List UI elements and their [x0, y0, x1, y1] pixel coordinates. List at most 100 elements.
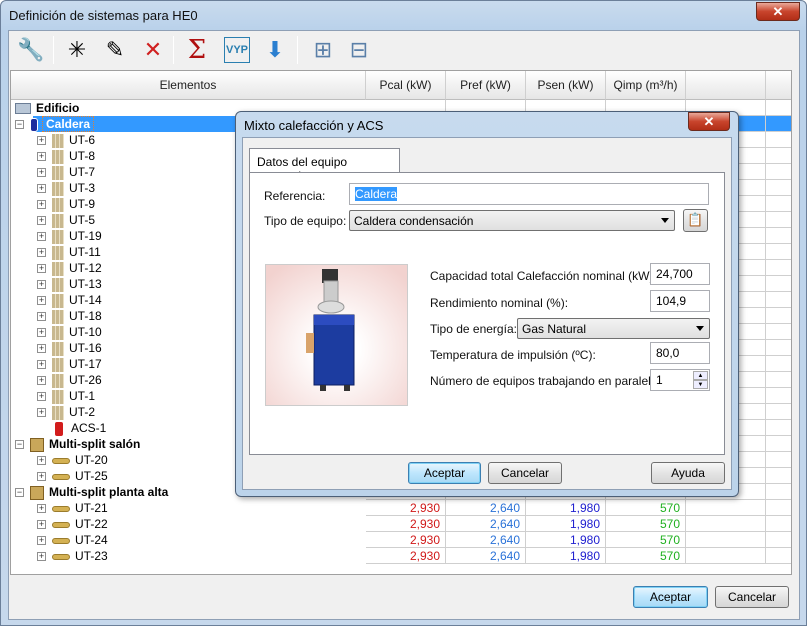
tree-node[interactable]: + UT-7: [37, 164, 95, 180]
expand-icon[interactable]: +: [37, 248, 46, 258]
expand-icon[interactable]: +: [37, 232, 46, 242]
tree-row[interactable]: 2,930 2,640 1,980 570 + UT-24: [11, 532, 791, 548]
system-wizard-button[interactable]: 🔧: [15, 34, 47, 66]
tree-node[interactable]: + UT-23: [37, 548, 108, 564]
expand-icon[interactable]: +: [37, 168, 46, 178]
tree-node[interactable]: Edificio: [15, 100, 79, 116]
split-icon: [52, 473, 70, 480]
edit-button[interactable]: ✎: [99, 34, 131, 66]
expand-icon[interactable]: +: [37, 200, 46, 210]
column-header-5[interactable]: Qimp (m³/h): [606, 71, 686, 100]
tree-node[interactable]: + UT-22: [37, 516, 108, 532]
dialog-help-button[interactable]: Ayuda: [651, 462, 725, 484]
new-equipment-button[interactable]: ✳: [61, 34, 93, 66]
temperatura-input[interactable]: 80,0: [650, 342, 710, 364]
collapse-all-button[interactable]: ⊟: [343, 34, 375, 66]
tree-node[interactable]: + UT-6: [37, 132, 95, 148]
tree-row[interactable]: 2,930 2,640 1,980 570 + UT-21: [11, 500, 791, 516]
expand-icon[interactable]: +: [37, 136, 46, 146]
vyp-button[interactable]: VYP: [221, 34, 253, 66]
expand-icon[interactable]: +: [37, 376, 46, 386]
tree-node[interactable]: + UT-20: [37, 452, 108, 468]
collapse-icon[interactable]: −: [15, 440, 24, 450]
expand-all-button[interactable]: ⊞: [307, 34, 339, 66]
column-header-6[interactable]: [686, 71, 766, 100]
tipo-equipo-select[interactable]: Caldera condensación: [349, 210, 675, 231]
extra-cell: [686, 548, 766, 564]
equipment-library-button[interactable]: 📋: [683, 209, 708, 232]
expand-icon[interactable]: +: [37, 184, 46, 194]
tree-node-label: UT-26: [69, 373, 102, 387]
rendimiento-input[interactable]: 104,9: [650, 290, 710, 312]
expand-icon[interactable]: +: [37, 456, 46, 466]
column-header-1[interactable]: Elementos: [11, 71, 366, 100]
expand-icon[interactable]: +: [37, 536, 46, 546]
tree-node[interactable]: + UT-19: [37, 228, 102, 244]
radiator-icon: [52, 309, 64, 324]
column-header-7[interactable]: [766, 71, 791, 100]
tree-node[interactable]: − Multi-split salón: [15, 436, 140, 452]
expand-icon[interactable]: +: [37, 360, 46, 370]
column-header-4[interactable]: Psen (kW): [526, 71, 606, 100]
tree-node[interactable]: + UT-13: [37, 276, 102, 292]
tree-node[interactable]: − Caldera: [15, 116, 95, 132]
tree-node[interactable]: − Multi-split planta alta: [15, 484, 168, 500]
window-close-button[interactable]: ✕: [756, 2, 800, 21]
radiator-icon: [52, 197, 64, 212]
tree-node[interactable]: + UT-10: [37, 324, 102, 340]
dialog-close-button[interactable]: ✕: [688, 112, 730, 131]
tree-node[interactable]: + UT-9: [37, 196, 95, 212]
column-header-2[interactable]: Pcal (kW): [366, 71, 446, 100]
tree-node[interactable]: + UT-17: [37, 356, 102, 372]
tree-node[interactable]: + UT-1: [37, 388, 95, 404]
capacidad-input[interactable]: 24,700: [650, 263, 710, 285]
tree-node[interactable]: + UT-5: [37, 212, 95, 228]
numero-spinner[interactable]: 1 ▲ ▼: [650, 369, 710, 391]
expand-icon[interactable]: +: [37, 280, 46, 290]
tree-row[interactable]: 2,930 2,640 1,980 570 + UT-22: [11, 516, 791, 532]
accept-button[interactable]: Aceptar: [633, 586, 708, 608]
tree-node[interactable]: + UT-25: [37, 468, 108, 484]
tree-node[interactable]: + UT-11: [37, 244, 101, 260]
tree-node[interactable]: + UT-21: [37, 500, 108, 516]
tree-node[interactable]: ACS-1: [37, 420, 106, 436]
expand-icon[interactable]: +: [37, 408, 46, 418]
dialog-cancel-button[interactable]: Cancelar: [488, 462, 562, 484]
expand-icon[interactable]: +: [37, 520, 46, 530]
expand-icon[interactable]: +: [37, 392, 46, 402]
collapse-icon[interactable]: −: [15, 488, 24, 498]
expand-icon[interactable]: +: [37, 504, 46, 514]
expand-icon[interactable]: +: [37, 472, 46, 482]
spin-up-icon[interactable]: ▲: [693, 371, 708, 380]
expand-icon[interactable]: +: [37, 264, 46, 274]
expand-icon[interactable]: +: [37, 328, 46, 338]
tree-node[interactable]: + UT-24: [37, 532, 108, 548]
referencia-input[interactable]: Caldera: [349, 183, 709, 205]
expand-icon[interactable]: +: [37, 152, 46, 162]
tree-node[interactable]: + UT-16: [37, 340, 102, 356]
split-icon: [52, 457, 70, 464]
energia-select[interactable]: Gas Natural: [517, 318, 710, 339]
column-header-3[interactable]: Pref (kW): [446, 71, 526, 100]
tree-node[interactable]: + UT-3: [37, 180, 95, 196]
expand-icon[interactable]: +: [37, 216, 46, 226]
collapse-icon[interactable]: −: [15, 120, 24, 130]
dialog-accept-button[interactable]: Aceptar: [408, 462, 481, 484]
delete-button[interactable]: ✕: [137, 34, 169, 66]
expand-icon[interactable]: +: [37, 344, 46, 354]
expand-icon[interactable]: +: [37, 552, 46, 562]
tree-node[interactable]: + UT-14: [37, 292, 102, 308]
tree-node[interactable]: + UT-8: [37, 148, 95, 164]
tab-datos-equipo-generador[interactable]: Datos del equipo generador: [249, 148, 400, 183]
tree-row[interactable]: 2,930 2,640 1,980 570 + UT-23: [11, 548, 791, 564]
tree-node[interactable]: + UT-26: [37, 372, 102, 388]
tree-node[interactable]: + UT-2: [37, 404, 95, 420]
tree-node[interactable]: + UT-12: [37, 260, 102, 276]
sum-button[interactable]: Σ: [181, 34, 213, 66]
tree-node[interactable]: + UT-18: [37, 308, 102, 324]
expand-icon[interactable]: +: [37, 312, 46, 322]
spin-down-icon[interactable]: ▼: [693, 380, 708, 389]
connect-button[interactable]: ⬇: [259, 34, 291, 66]
cancel-button[interactable]: Cancelar: [715, 586, 789, 608]
expand-icon[interactable]: +: [37, 296, 46, 306]
